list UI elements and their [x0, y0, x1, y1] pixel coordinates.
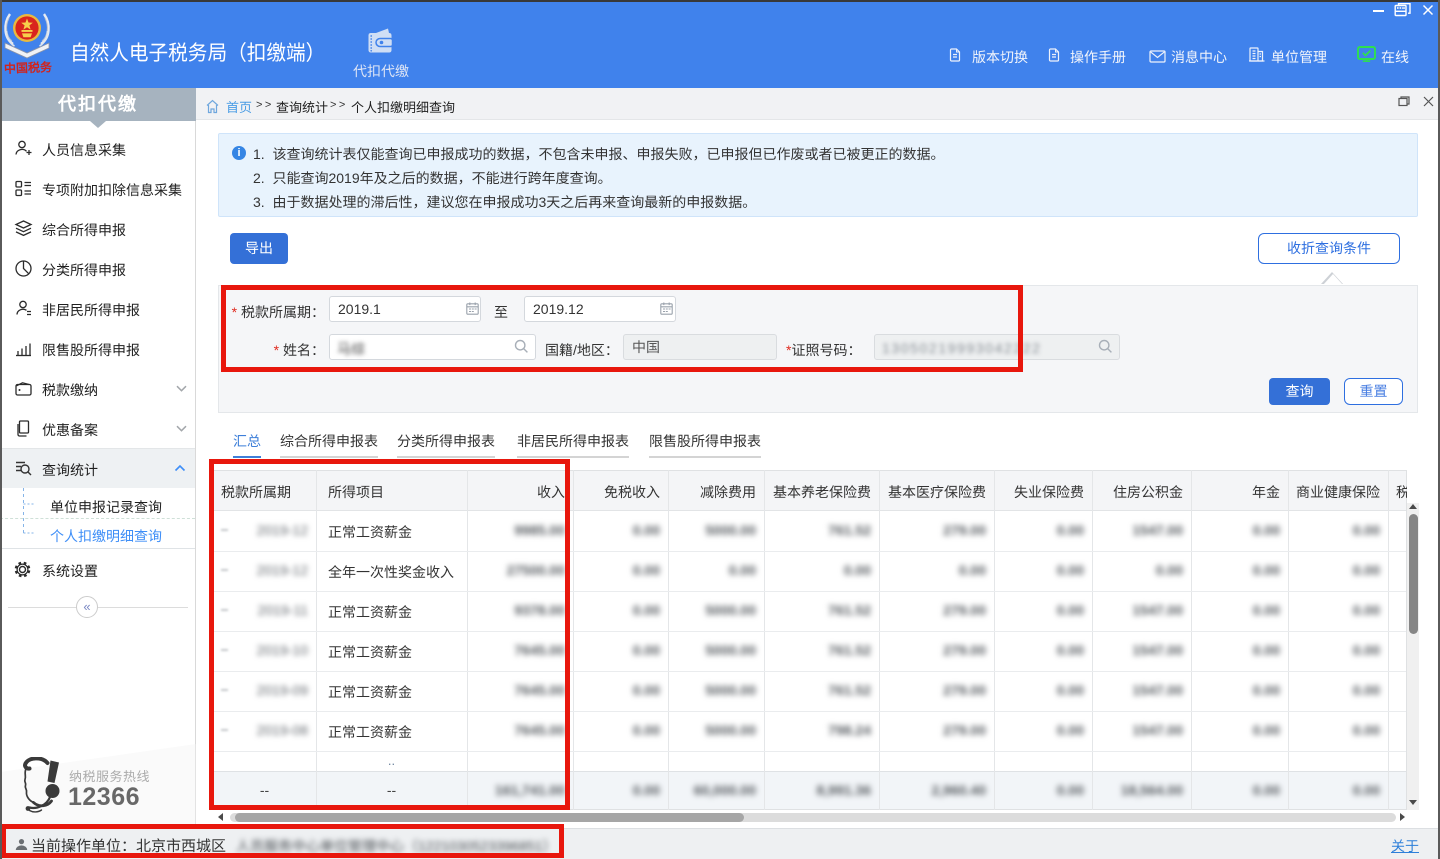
svg-text:中国税务: 中国税务: [4, 58, 53, 77]
